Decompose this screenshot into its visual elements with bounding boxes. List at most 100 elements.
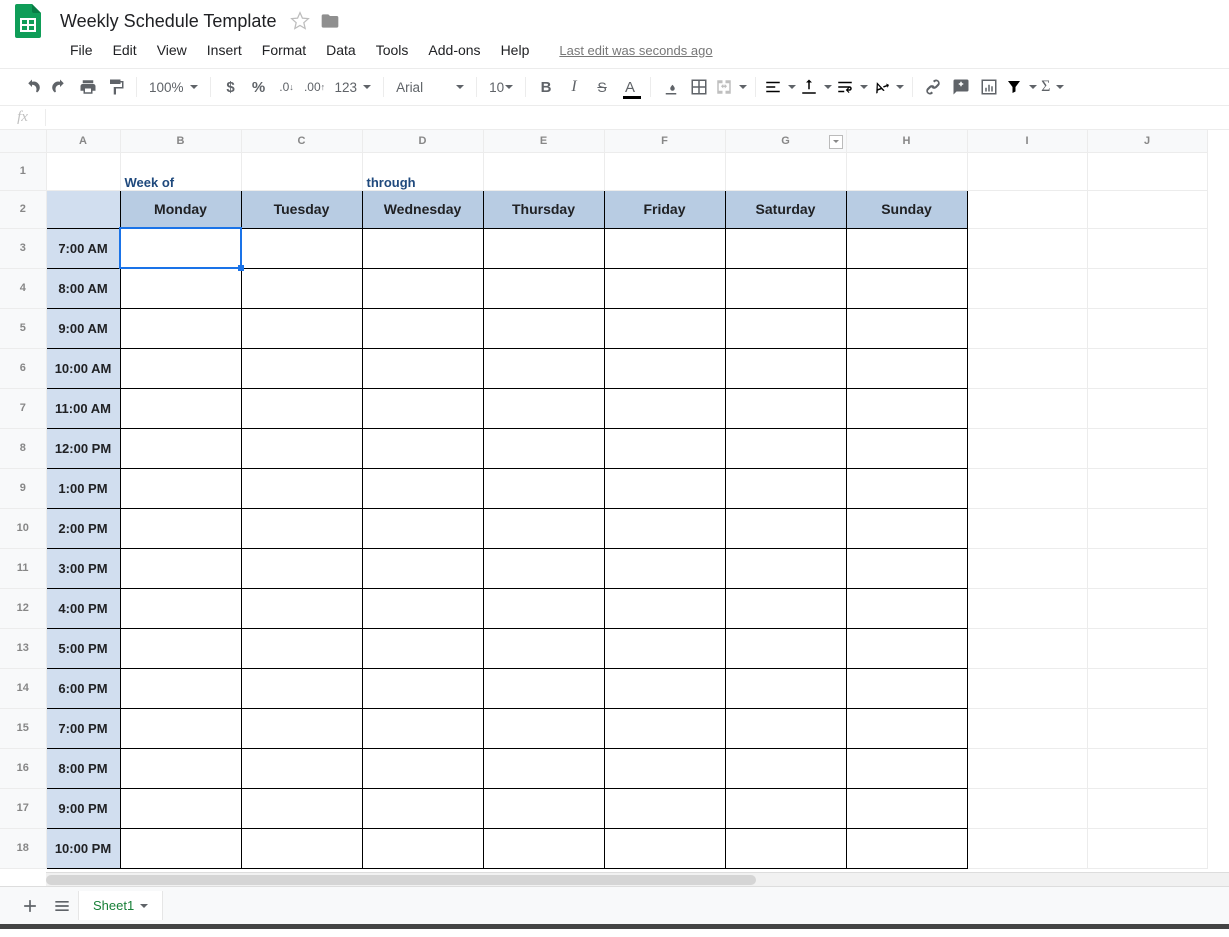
select-all-corner[interactable] (0, 130, 46, 152)
menu-edit[interactable]: Edit (103, 38, 147, 62)
cell-F16[interactable] (604, 748, 725, 788)
cell-J7[interactable] (1087, 388, 1207, 428)
cell-E7[interactable] (483, 388, 604, 428)
col-header-D[interactable]: D (362, 130, 483, 152)
row-header-14[interactable]: 14 (0, 668, 46, 708)
row-header-16[interactable]: 16 (0, 748, 46, 788)
menu-data[interactable]: Data (316, 38, 366, 62)
cell-H14[interactable] (846, 668, 967, 708)
cell-A7-time[interactable]: 11:00 AM (46, 388, 120, 428)
cell-I1[interactable] (967, 152, 1087, 190)
cell-E18[interactable] (483, 828, 604, 868)
row-header-5[interactable]: 5 (0, 308, 46, 348)
cell-J11[interactable] (1087, 548, 1207, 588)
horizontal-align-dropdown[interactable] (762, 73, 798, 101)
cell-I15[interactable] (967, 708, 1087, 748)
cell-F4[interactable] (604, 268, 725, 308)
cell-J16[interactable] (1087, 748, 1207, 788)
row-header-3[interactable]: 3 (0, 228, 46, 268)
cell-I11[interactable] (967, 548, 1087, 588)
print-button[interactable] (74, 73, 102, 101)
cell-F17[interactable] (604, 788, 725, 828)
cell-E6[interactable] (483, 348, 604, 388)
cell-D4[interactable] (362, 268, 483, 308)
cell-B17[interactable] (120, 788, 241, 828)
cell-B1[interactable]: Week of (120, 152, 241, 190)
cell-E11[interactable] (483, 548, 604, 588)
cell-B18[interactable] (120, 828, 241, 868)
cell-G1[interactable] (725, 152, 846, 190)
cell-H11[interactable] (846, 548, 967, 588)
row-header-1[interactable]: 1 (0, 152, 46, 190)
menu-help[interactable]: Help (491, 38, 540, 62)
cell-I17[interactable] (967, 788, 1087, 828)
cell-H3[interactable] (846, 228, 967, 268)
text-wrap-dropdown[interactable] (834, 73, 870, 101)
cell-J3[interactable] (1087, 228, 1207, 268)
cell-D9[interactable] (362, 468, 483, 508)
cell-C12[interactable] (241, 588, 362, 628)
cell-B2-monday[interactable]: Monday (120, 190, 241, 228)
undo-button[interactable] (18, 73, 46, 101)
last-edit-link[interactable]: Last edit was seconds ago (559, 43, 712, 58)
cell-H9[interactable] (846, 468, 967, 508)
cell-D12[interactable] (362, 588, 483, 628)
cell-F3[interactable] (604, 228, 725, 268)
paint-format-button[interactable] (102, 73, 130, 101)
row-header-11[interactable]: 11 (0, 548, 46, 588)
font-family-dropdown[interactable]: Arial (390, 73, 470, 101)
cell-I6[interactable] (967, 348, 1087, 388)
filter-dropdown[interactable] (1003, 73, 1039, 101)
cell-J2[interactable] (1087, 190, 1207, 228)
cell-G17[interactable] (725, 788, 846, 828)
cell-F8[interactable] (604, 428, 725, 468)
cell-B13[interactable] (120, 628, 241, 668)
cell-I18[interactable] (967, 828, 1087, 868)
cell-F6[interactable] (604, 348, 725, 388)
menu-view[interactable]: View (147, 38, 197, 62)
cell-G4[interactable] (725, 268, 846, 308)
sheets-logo-icon[interactable] (8, 1, 48, 41)
cell-G13[interactable] (725, 628, 846, 668)
cell-G7[interactable] (725, 388, 846, 428)
bold-button[interactable]: B (532, 73, 560, 101)
merge-cells-dropdown[interactable] (713, 73, 749, 101)
cell-C13[interactable] (241, 628, 362, 668)
cell-D18[interactable] (362, 828, 483, 868)
cell-E9[interactable] (483, 468, 604, 508)
cell-B4[interactable] (120, 268, 241, 308)
font-size-dropdown[interactable]: 10 (483, 73, 519, 101)
borders-button[interactable] (685, 73, 713, 101)
cell-H18[interactable] (846, 828, 967, 868)
strikethrough-button[interactable]: S (588, 73, 616, 101)
decrease-decimal-button[interactable]: .0↓ (273, 73, 301, 101)
move-folder-icon[interactable] (320, 11, 340, 31)
menu-insert[interactable]: Insert (197, 38, 252, 62)
menu-file[interactable]: File (60, 38, 103, 62)
cell-J4[interactable] (1087, 268, 1207, 308)
cell-E13[interactable] (483, 628, 604, 668)
cell-H7[interactable] (846, 388, 967, 428)
cell-A11-time[interactable]: 3:00 PM (46, 548, 120, 588)
cell-B14[interactable] (120, 668, 241, 708)
cell-E12[interactable] (483, 588, 604, 628)
cell-I9[interactable] (967, 468, 1087, 508)
cell-H12[interactable] (846, 588, 967, 628)
cell-D17[interactable] (362, 788, 483, 828)
cell-G14[interactable] (725, 668, 846, 708)
add-sheet-button[interactable] (14, 890, 46, 922)
cell-G2-saturday[interactable]: Saturday (725, 190, 846, 228)
cell-F5[interactable] (604, 308, 725, 348)
col-header-C[interactable]: C (241, 130, 362, 152)
col-header-E[interactable]: E (483, 130, 604, 152)
cell-A3-time[interactable]: 7:00 AM (46, 228, 120, 268)
cell-E16[interactable] (483, 748, 604, 788)
redo-button[interactable] (46, 73, 74, 101)
cell-F18[interactable] (604, 828, 725, 868)
cell-E17[interactable] (483, 788, 604, 828)
cell-F13[interactable] (604, 628, 725, 668)
insert-link-button[interactable] (919, 73, 947, 101)
cell-H15[interactable] (846, 708, 967, 748)
all-sheets-button[interactable] (46, 890, 78, 922)
text-rotation-dropdown[interactable] (870, 73, 906, 101)
